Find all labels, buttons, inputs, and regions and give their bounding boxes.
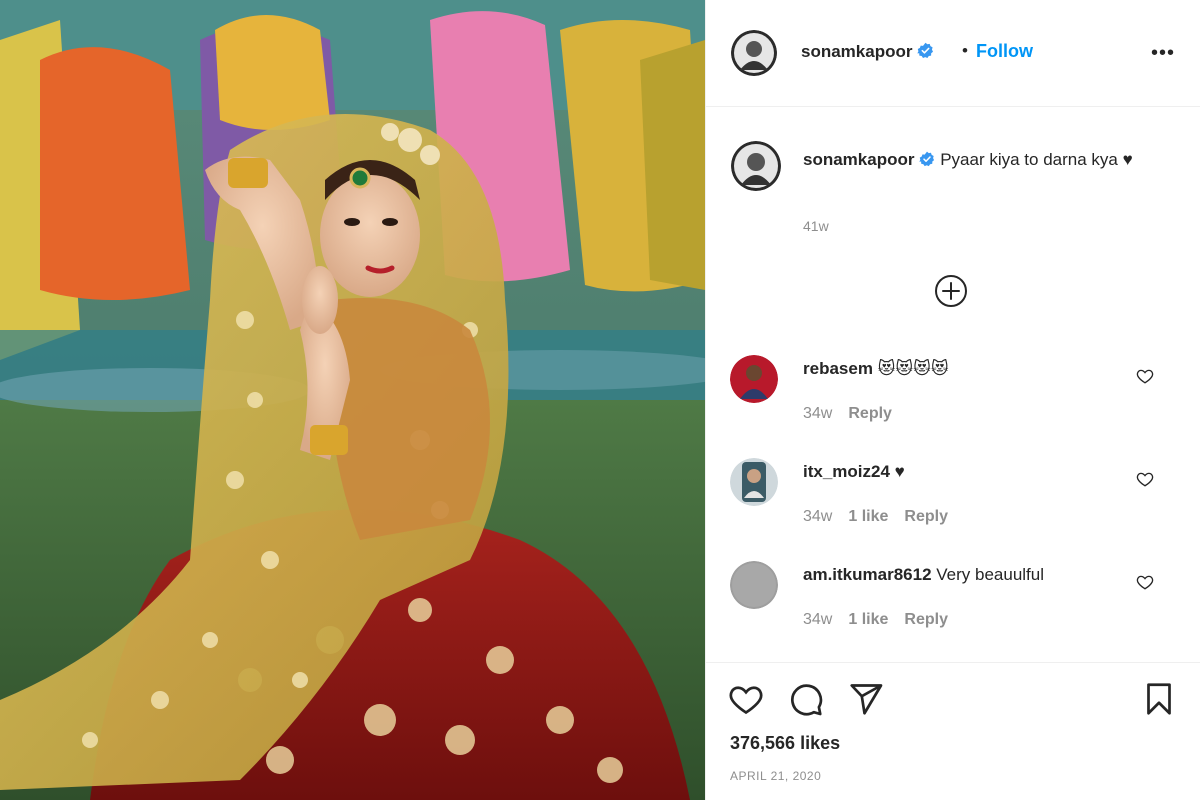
comment-timestamp[interactable]: 34w — [803, 611, 832, 628]
comment-body: 😻😻😻😻 — [877, 359, 949, 378]
comment-item: am.itkumar8612 Very beauulful 34w 1 like R… — [706, 561, 1200, 641]
plus-circle-icon[interactable] — [934, 274, 968, 308]
comment-meta: 34w Reply — [803, 405, 908, 423]
paper-plane-icon[interactable] — [848, 681, 884, 717]
likes-count[interactable]: 376,566 likes — [730, 733, 840, 754]
comment-like-count[interactable]: 1 like — [848, 611, 888, 628]
bookmark-icon[interactable] — [1141, 681, 1177, 717]
comment-like-heart-icon[interactable] — [1136, 470, 1154, 488]
post-actions: 376,566 likes APRIL 21, 2020 — [706, 662, 1200, 800]
commenter-avatar[interactable] — [730, 355, 778, 403]
post-photo-illustration — [0, 0, 705, 800]
comment-meta: 34w 1 like Reply — [803, 508, 964, 526]
heart-icon[interactable] — [728, 681, 764, 717]
caption-username[interactable]: sonamkapoor — [803, 150, 914, 169]
comment-username[interactable]: rebasem — [803, 359, 873, 378]
commenter-avatar[interactable] — [730, 561, 778, 609]
author-avatar[interactable] — [731, 30, 777, 76]
comment-body: ♥ — [894, 462, 905, 481]
comment-text-line: itx_moiz24 ♥ — [803, 462, 905, 482]
comment-username[interactable]: am.itkumar8612 — [803, 565, 932, 584]
comment-like-heart-icon[interactable] — [1136, 573, 1154, 591]
more-options-icon[interactable]: ••• — [1151, 42, 1175, 65]
comment-item: itx_moiz24 ♥ 34w 1 like Reply — [706, 458, 1200, 538]
commenter-avatar[interactable] — [730, 458, 778, 506]
comment-like-heart-icon[interactable] — [1136, 367, 1154, 385]
comment-timestamp[interactable]: 34w — [803, 508, 832, 525]
comment-text-line: rebasem 😻😻😻😻 — [803, 359, 949, 379]
verified-badge-icon — [917, 42, 934, 59]
post-header: sonamkapoor • Follow ••• — [706, 0, 1200, 107]
post-photo[interactable] — [0, 0, 705, 800]
comment-bubble-icon[interactable] — [788, 681, 824, 717]
header-separator-dot: • — [962, 41, 968, 60]
comment-item: rebasem 😻😻😻😻 34w Reply — [706, 355, 1200, 435]
instagram-post: sonamkapoor • Follow ••• sonamkapoor Pya… — [0, 0, 1200, 800]
post-date[interactable]: APRIL 21, 2020 — [730, 769, 821, 783]
author-username-text[interactable]: sonamkapoor — [801, 42, 912, 61]
caption-text: Pyaar kiya to darna kya ♥ — [940, 150, 1133, 169]
caption-timestamp[interactable]: 41w — [803, 218, 829, 234]
reply-button[interactable]: Reply — [904, 508, 948, 525]
comment-timestamp[interactable]: 34w — [803, 405, 832, 422]
comment-username[interactable]: itx_moiz24 — [803, 462, 890, 481]
comment-body: Very beauulful — [936, 565, 1045, 584]
comment-like-count[interactable]: 1 like — [848, 508, 888, 525]
post-sidebar: sonamkapoor • Follow ••• sonamkapoor Pya… — [705, 0, 1200, 800]
author-username[interactable]: sonamkapoor — [801, 42, 934, 62]
comment-meta: 34w 1 like Reply — [803, 611, 964, 629]
reply-button[interactable]: Reply — [848, 405, 892, 422]
reply-button[interactable]: Reply — [904, 611, 948, 628]
follow-button[interactable]: Follow — [976, 41, 1033, 62]
caption-author-avatar[interactable] — [731, 141, 781, 191]
verified-badge-icon — [919, 151, 935, 167]
comment-text-line: am.itkumar8612 Very beauulful — [803, 565, 1044, 585]
post-caption: sonamkapoor Pyaar kiya to darna kya ♥ — [803, 146, 1163, 173]
